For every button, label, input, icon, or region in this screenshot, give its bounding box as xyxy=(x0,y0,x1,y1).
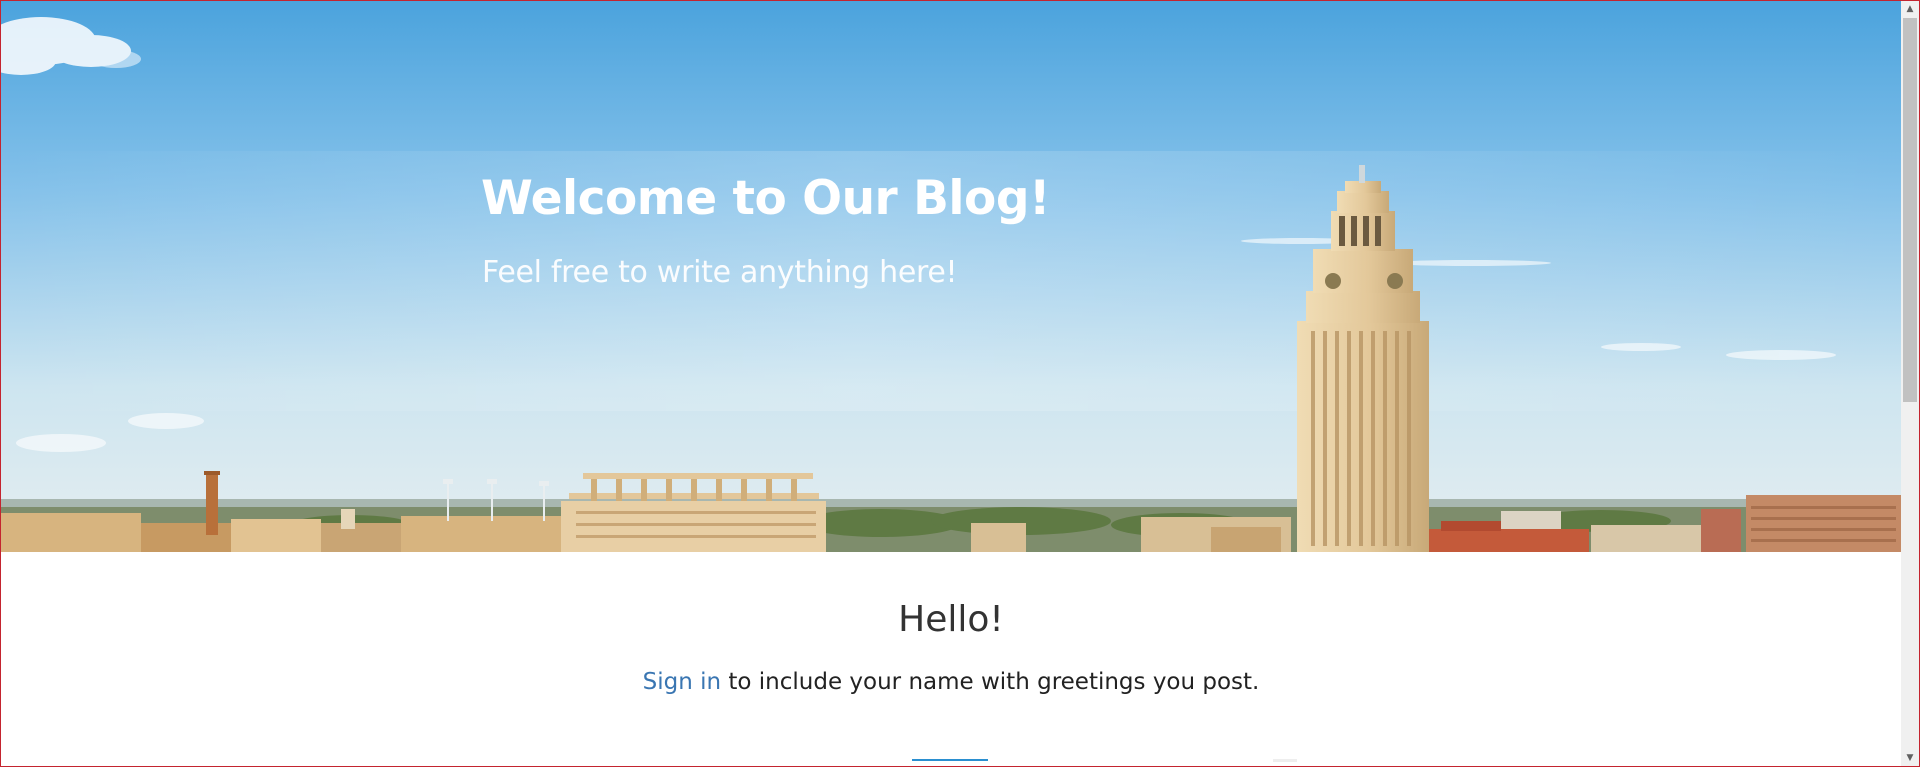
section-divider xyxy=(912,759,988,761)
chimney xyxy=(206,473,218,535)
scrollbar-thumb[interactable] xyxy=(1903,18,1917,402)
hero-subtitle: Feel free to write anything here! xyxy=(482,255,958,290)
faint-divider-mark xyxy=(1273,759,1297,762)
hero-title: Welcome to Our Blog! xyxy=(481,171,1050,226)
scroll-up-arrow-icon[interactable]: ▲ xyxy=(1901,1,1919,17)
browser-viewport: Welcome to Our Blog! Feel free to write … xyxy=(0,0,1920,767)
greeting-heading: Hello! xyxy=(898,599,1004,640)
signin-prompt-text: to include your name with greetings you … xyxy=(721,669,1260,695)
signin-prompt: Sign in to include your name with greeti… xyxy=(1,669,1901,695)
hero-banner: Welcome to Our Blog! Feel free to write … xyxy=(1,1,1901,552)
page: Welcome to Our Blog! Feel free to write … xyxy=(1,1,1901,766)
scroll-down-arrow-icon[interactable]: ▼ xyxy=(1901,750,1919,766)
vertical-scrollbar[interactable]: ▲ ▼ xyxy=(1901,1,1919,766)
sign-in-link[interactable]: Sign in xyxy=(643,669,721,695)
